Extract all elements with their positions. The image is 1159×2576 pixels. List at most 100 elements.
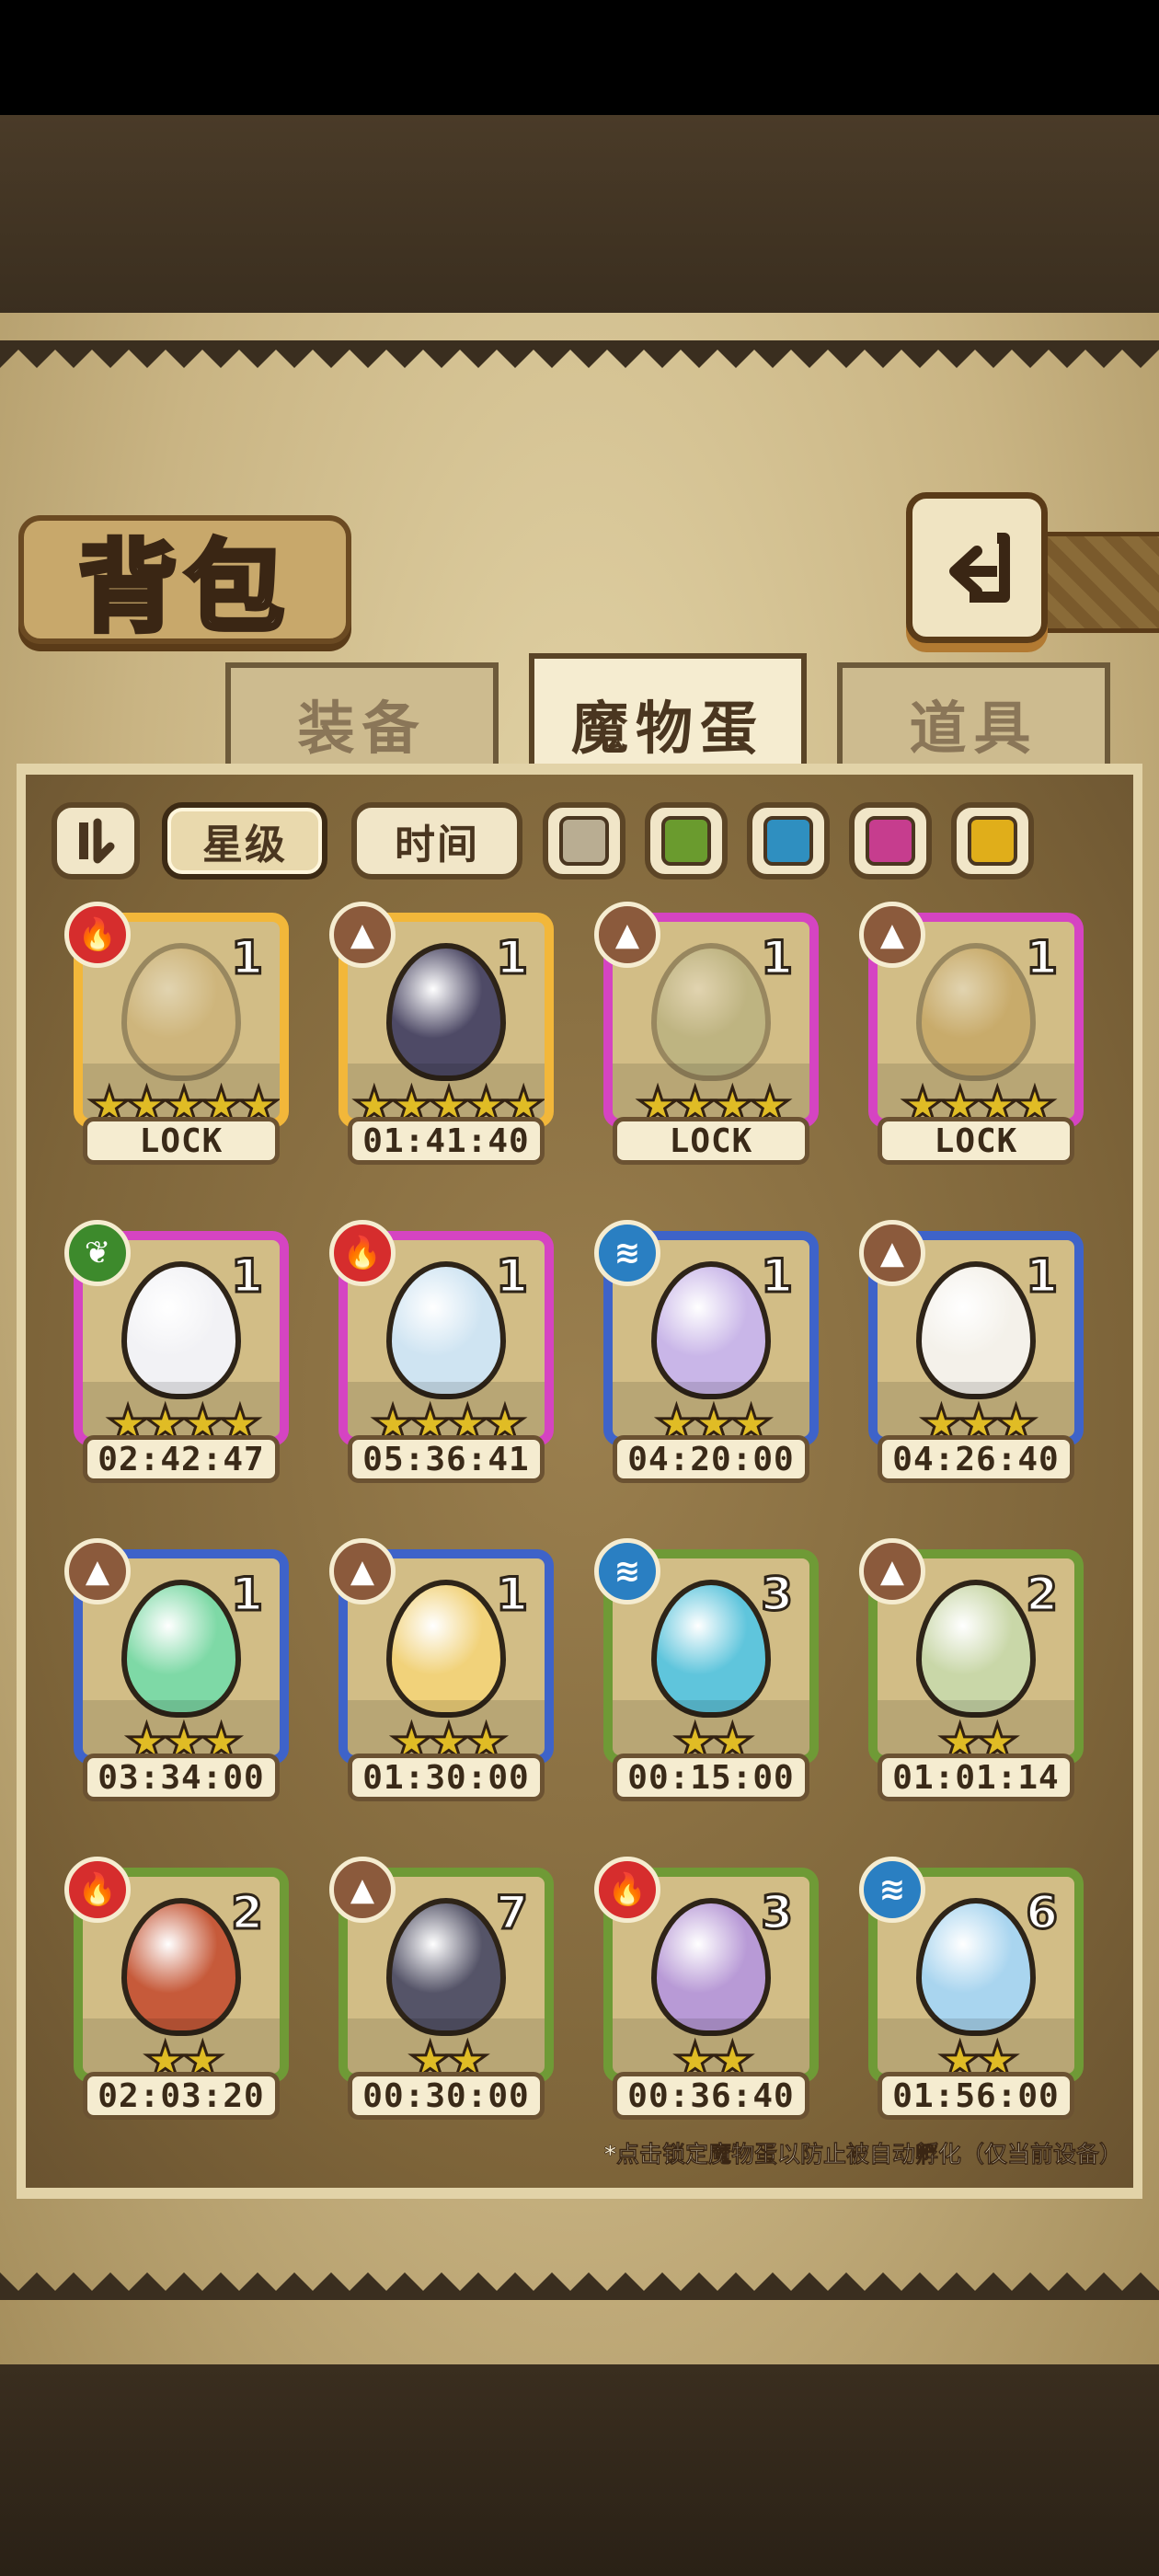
egg-card[interactable]: 1 ★★★★ ▲ LOCK — [859, 902, 1084, 1167]
egg-hatch-timer: 04:20:00 — [613, 1435, 809, 1483]
egg-card[interactable]: 2 ★★ ▲ 01:01:14 — [859, 1538, 1084, 1803]
egg-card[interactable]: 1 ★★★★★ ▲ 01:41:40 — [329, 902, 554, 1167]
monster-egg-image — [121, 1261, 241, 1400]
monster-egg-image — [121, 943, 241, 1082]
page-title: 背包 — [75, 528, 292, 649]
monster-egg-image — [916, 1898, 1036, 2037]
egg-hatch-timer: 00:30:00 — [348, 2072, 545, 2120]
sort-order-button[interactable] — [52, 802, 140, 880]
earth-element-icon: ▲ — [329, 1857, 396, 1923]
filter-color-green-button[interactable] — [645, 802, 728, 880]
monster-egg-image — [386, 943, 506, 1082]
tab-monster-eggs-label: 魔物蛋 — [570, 695, 764, 762]
monster-egg-image — [916, 1580, 1036, 1719]
page-title-plate: 背包 — [18, 515, 351, 649]
earth-element-icon: ▲ — [329, 1538, 396, 1604]
egg-hatch-timer: 00:15:00 — [613, 1754, 809, 1801]
egg-count: 7 — [495, 1885, 530, 1941]
top-zigzag-border — [0, 340, 1159, 368]
monster-egg-image — [651, 943, 771, 1082]
egg-hatch-timer: 01:01:14 — [878, 1754, 1074, 1801]
egg-hatch-timer: 05:36:41 — [348, 1435, 545, 1483]
earth-element-icon: ▲ — [329, 902, 396, 968]
egg-card[interactable]: 6 ★★ ≋ 01:56:00 — [859, 1857, 1084, 2122]
egg-card[interactable]: 7 ★★ ▲ 00:30:00 — [329, 1857, 554, 2122]
monster-egg-image — [651, 1261, 771, 1400]
monster-egg-image — [651, 1898, 771, 2037]
egg-count: 1 — [230, 930, 265, 986]
background-map-bottom — [0, 2364, 1159, 2576]
egg-count: 3 — [760, 1885, 795, 1941]
egg-card[interactable]: 1 ★★★ ▲ 01:30:00 — [329, 1538, 554, 1803]
egg-hatch-timer: 01:41:40 — [348, 1117, 545, 1165]
egg-hatch-timer: 02:42:47 — [83, 1435, 280, 1483]
sort-order-icon — [79, 818, 115, 864]
back-button[interactable] — [906, 492, 1048, 643]
egg-card[interactable]: 1 ★★★★ 🔥 05:36:41 — [329, 1220, 554, 1485]
tab-equipment[interactable]: 装备 — [225, 662, 499, 778]
egg-hatch-timer: 02:03:20 — [83, 2072, 280, 2120]
egg-card[interactable]: 1 ★★★★★ 🔥 LOCK — [64, 902, 289, 1167]
egg-card[interactable]: 3 ★★ 🔥 00:36:40 — [594, 1857, 819, 2122]
fire-element-icon: 🔥 — [64, 902, 131, 968]
fire-element-icon: 🔥 — [329, 1220, 396, 1286]
return-arrow-icon — [949, 533, 1010, 603]
monster-egg-image — [386, 1261, 506, 1400]
filter-color-grey-button[interactable] — [543, 802, 625, 880]
egg-count: 2 — [1025, 1567, 1060, 1623]
earth-element-icon: ▲ — [859, 1220, 925, 1286]
header-strip — [1030, 532, 1159, 633]
egg-hatch-timer: 01:30:00 — [348, 1754, 545, 1801]
egg-count: 1 — [230, 1567, 265, 1623]
lock-hint-text: *点击锁定魔物蛋以防止被自动孵化（仅当前设备） — [603, 2141, 1123, 2168]
monster-egg-image — [916, 943, 1036, 1082]
egg-count: 2 — [230, 1885, 265, 1941]
tab-items[interactable]: 道具 — [837, 662, 1110, 778]
egg-card[interactable]: 1 ★★★★ ❦ 02:42:47 — [64, 1220, 289, 1485]
blue-swatch — [763, 816, 813, 866]
egg-lock-label: LOCK — [83, 1117, 280, 1165]
egg-card[interactable]: 1 ★★★ ▲ 03:34:00 — [64, 1538, 289, 1803]
filter-stars-button[interactable]: 星级 — [162, 802, 327, 880]
egg-lock-label: LOCK — [878, 1117, 1074, 1165]
egg-count: 1 — [230, 1248, 265, 1305]
filter-stars-label: 星级 — [202, 822, 287, 868]
fire-element-icon: 🔥 — [64, 1857, 131, 1923]
egg-card[interactable]: 1 ★★★★ ▲ LOCK — [594, 902, 819, 1167]
filter-time-button[interactable]: 时间 — [351, 802, 522, 880]
pink-swatch — [866, 816, 915, 866]
monster-egg-image — [386, 1898, 506, 2037]
filter-color-pink-button[interactable] — [849, 802, 932, 880]
egg-count: 1 — [760, 930, 795, 986]
filter-color-blue-button[interactable] — [747, 802, 830, 880]
egg-count: 3 — [760, 1567, 795, 1623]
filter-color-yellow-button[interactable] — [951, 802, 1034, 880]
egg-hatch-timer: 04:26:40 — [878, 1435, 1074, 1483]
egg-card[interactable]: 3 ★★ ≋ 00:15:00 — [594, 1538, 819, 1803]
monster-egg-image — [651, 1580, 771, 1719]
filter-time-label: 时间 — [395, 822, 479, 868]
egg-lock-label: LOCK — [613, 1117, 809, 1165]
egg-card[interactable]: 2 ★★ 🔥 02:03:20 — [64, 1857, 289, 2122]
earth-element-icon: ▲ — [859, 902, 925, 968]
egg-count: 1 — [495, 930, 530, 986]
egg-count: 1 — [1025, 1248, 1060, 1305]
egg-hatch-timer: 00:36:40 — [613, 2072, 809, 2120]
monster-egg-image — [386, 1580, 506, 1719]
egg-count: 1 — [495, 1248, 530, 1305]
tab-items-label: 道具 — [909, 695, 1039, 762]
tab-equipment-label: 装备 — [297, 695, 427, 762]
fire-element-icon: 🔥 — [594, 1857, 660, 1923]
water-element-icon: ≋ — [594, 1220, 660, 1286]
egg-card[interactable]: 1 ★★★ ≋ 04:20:00 — [594, 1220, 819, 1485]
egg-hatch-timer: 01:56:00 — [878, 2072, 1074, 2120]
green-swatch — [661, 816, 711, 866]
egg-card[interactable]: 1 ★★★ ▲ 04:26:40 — [859, 1220, 1084, 1485]
monster-egg-image — [121, 1580, 241, 1719]
egg-count: 1 — [760, 1248, 795, 1305]
egg-count: 6 — [1025, 1885, 1060, 1941]
earth-element-icon: ▲ — [64, 1538, 131, 1604]
water-element-icon: ≋ — [859, 1857, 925, 1923]
water-element-icon: ≋ — [594, 1538, 660, 1604]
background-map-top — [0, 115, 1159, 317]
